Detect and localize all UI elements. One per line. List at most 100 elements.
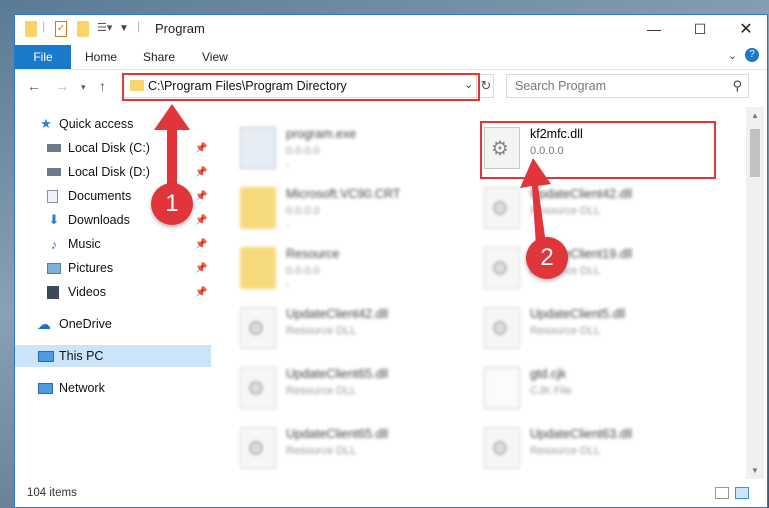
chevron-down-icon[interactable]: ⌄ bbox=[464, 78, 473, 91]
file-detail: - bbox=[286, 219, 290, 231]
tab-share[interactable]: Share bbox=[143, 50, 175, 64]
sidebar-item-quick-access[interactable]: ★ Quick access bbox=[15, 113, 211, 135]
sidebar-item-onedrive[interactable]: ☁ OneDrive bbox=[15, 313, 211, 335]
vertical-scrollbar[interactable]: ▲ ▼ bbox=[746, 107, 764, 479]
folder-icon bbox=[130, 80, 144, 91]
scroll-down-icon[interactable]: ▼ bbox=[746, 466, 764, 475]
exe-icon bbox=[240, 127, 276, 169]
sidebar-item-label: Quick access bbox=[59, 117, 134, 131]
file-version: 0.0.0.0 bbox=[286, 145, 320, 157]
minimize-button[interactable]: — bbox=[631, 15, 677, 43]
file-item[interactable]: UpdateClient65.dll Resource DLL bbox=[240, 365, 470, 417]
title-bar: | ✓ ☰▾ ▼ | Program — ☐ ✕ bbox=[15, 15, 767, 43]
details-view-button[interactable] bbox=[715, 487, 729, 499]
dll-icon bbox=[240, 367, 276, 409]
dll-icon bbox=[240, 427, 276, 469]
sidebar-item-label: Network bbox=[59, 381, 105, 395]
folder-icon bbox=[240, 247, 276, 289]
pin-icon: 📌 bbox=[195, 166, 208, 178]
file-item[interactable]: UpdateClient42.dll Resource DLL bbox=[240, 305, 470, 357]
sidebar-item-label: Music bbox=[68, 237, 101, 251]
drive-icon bbox=[47, 144, 61, 152]
file-item[interactable]: Resource 0.0.0.0 - bbox=[240, 245, 470, 297]
sidebar-item-pictures[interactable]: Pictures 📌 bbox=[15, 257, 211, 279]
file-item[interactable]: UpdateClient63.dll Resource DLL bbox=[484, 425, 714, 477]
sidebar-item-local-disk-d[interactable]: Local Disk (D:) 📌 bbox=[15, 161, 211, 183]
address-path[interactable]: C:\Program Files\Program Directory bbox=[148, 79, 347, 93]
up-button[interactable]: ↑ bbox=[99, 78, 106, 94]
sidebar-item-label: Local Disk (D:) bbox=[68, 165, 150, 179]
address-bar[interactable]: C:\Program Files\Program Directory ⌄ ↻ bbox=[122, 73, 495, 101]
dll-icon bbox=[484, 187, 520, 229]
file-item[interactable]: UpdateClient65.dll Resource DLL bbox=[240, 425, 470, 477]
ribbon: File Home Share View ⌄ ? bbox=[15, 43, 767, 70]
search-input[interactable]: Search Program ⚲ bbox=[506, 74, 749, 98]
scroll-up-icon[interactable]: ▲ bbox=[746, 111, 764, 120]
sidebar-item-label: Local Disk (C:) bbox=[68, 141, 150, 155]
pin-icon: 📌 bbox=[195, 142, 208, 154]
file-item[interactable]: gtd.cjk CJK File bbox=[484, 365, 714, 417]
drive-icon bbox=[47, 168, 61, 176]
pin-icon: 📌 bbox=[195, 286, 208, 298]
back-button[interactable]: ← bbox=[27, 78, 41, 94]
tab-file[interactable]: File bbox=[15, 45, 71, 69]
file-item[interactable]: UpdateClient19.dll Resource DLL bbox=[484, 245, 714, 297]
file-name: UpdateClient65.dll bbox=[286, 367, 389, 381]
sidebar-item-network[interactable]: Network bbox=[15, 377, 211, 399]
sidebar-item-local-disk-c[interactable]: Local Disk (C:) 📌 bbox=[15, 137, 211, 159]
search-placeholder: Search Program bbox=[515, 79, 607, 93]
folder-icon bbox=[240, 187, 276, 229]
videos-icon bbox=[47, 285, 59, 299]
file-type: Resource DLL bbox=[286, 385, 357, 397]
pin-icon: 📌 bbox=[195, 262, 208, 274]
new-folder-icon[interactable] bbox=[77, 21, 89, 37]
sidebar-item-label: OneDrive bbox=[59, 317, 112, 331]
scroll-thumb[interactable] bbox=[750, 129, 760, 177]
chevron-down-icon[interactable]: ⌄ bbox=[728, 49, 737, 62]
file-item[interactable]: Microsoft.VC90.CRT 0.0.0.0 - bbox=[240, 185, 470, 237]
customize-icon[interactable]: ☰▾ bbox=[97, 21, 112, 37]
help-icon[interactable]: ? bbox=[745, 48, 759, 62]
file-list: program.exe 0.0.0.0 - kf2mfc.dll 0.0.0.0… bbox=[212, 107, 747, 479]
forward-button[interactable]: → bbox=[55, 78, 69, 94]
file-name: program.exe bbox=[286, 127, 357, 141]
file-item[interactable]: UpdateClient42.dll Resource DLL bbox=[484, 185, 714, 237]
file-name: gtd.cjk bbox=[530, 367, 567, 381]
close-button[interactable]: ✕ bbox=[723, 15, 769, 43]
star-icon: ★ bbox=[40, 116, 52, 131]
sidebar-item-music[interactable]: ♪ Music 📌 bbox=[15, 233, 211, 255]
dll-icon bbox=[484, 307, 520, 349]
pictures-icon bbox=[47, 262, 61, 274]
file-item[interactable]: program.exe 0.0.0.0 - bbox=[240, 125, 470, 177]
refresh-button[interactable]: ↻ bbox=[476, 75, 495, 97]
explorer-window: | ✓ ☰▾ ▼ | Program — ☐ ✕ File Home Share… bbox=[14, 14, 768, 508]
file-name: UpdateClient65.dll bbox=[286, 427, 389, 441]
file-name: Microsoft.VC90.CRT bbox=[286, 187, 401, 201]
recent-locations-button[interactable]: ▾ bbox=[81, 82, 86, 93]
file-type: Resource DLL bbox=[530, 325, 601, 337]
file-version: 0.0.0.0 bbox=[286, 265, 320, 277]
folder-icon bbox=[25, 21, 37, 37]
large-icons-view-button[interactable] bbox=[735, 487, 749, 499]
properties-icon[interactable]: ✓ bbox=[55, 21, 67, 37]
maximize-button[interactable]: ☐ bbox=[677, 15, 723, 43]
tab-view[interactable]: View bbox=[202, 50, 228, 64]
file-item[interactable]: UpdateClient5.dll Resource DLL bbox=[484, 305, 714, 357]
step-2-marker: 2 bbox=[526, 237, 568, 279]
network-icon bbox=[38, 382, 53, 394]
sidebar-item-videos[interactable]: Videos 📌 bbox=[15, 281, 211, 303]
file-name: UpdateClient63.dll bbox=[530, 427, 633, 441]
pin-icon: 📌 bbox=[195, 190, 208, 202]
tab-home[interactable]: Home bbox=[85, 50, 117, 64]
qa-dropdown-icon[interactable]: ▼ bbox=[119, 23, 129, 39]
dll-icon bbox=[240, 307, 276, 349]
separator: | bbox=[42, 19, 46, 33]
file-type: Resource DLL bbox=[286, 325, 357, 337]
sidebar-item-this-pc[interactable]: This PC bbox=[15, 345, 211, 367]
window-title: Program bbox=[155, 21, 205, 36]
sidebar-item-label: Documents bbox=[68, 189, 132, 203]
file-name: UpdateClient42.dll bbox=[286, 307, 389, 321]
music-icon: ♪ bbox=[50, 236, 58, 252]
status-bar: 104 items bbox=[15, 481, 767, 507]
search-icon[interactable]: ⚲ bbox=[732, 78, 742, 94]
